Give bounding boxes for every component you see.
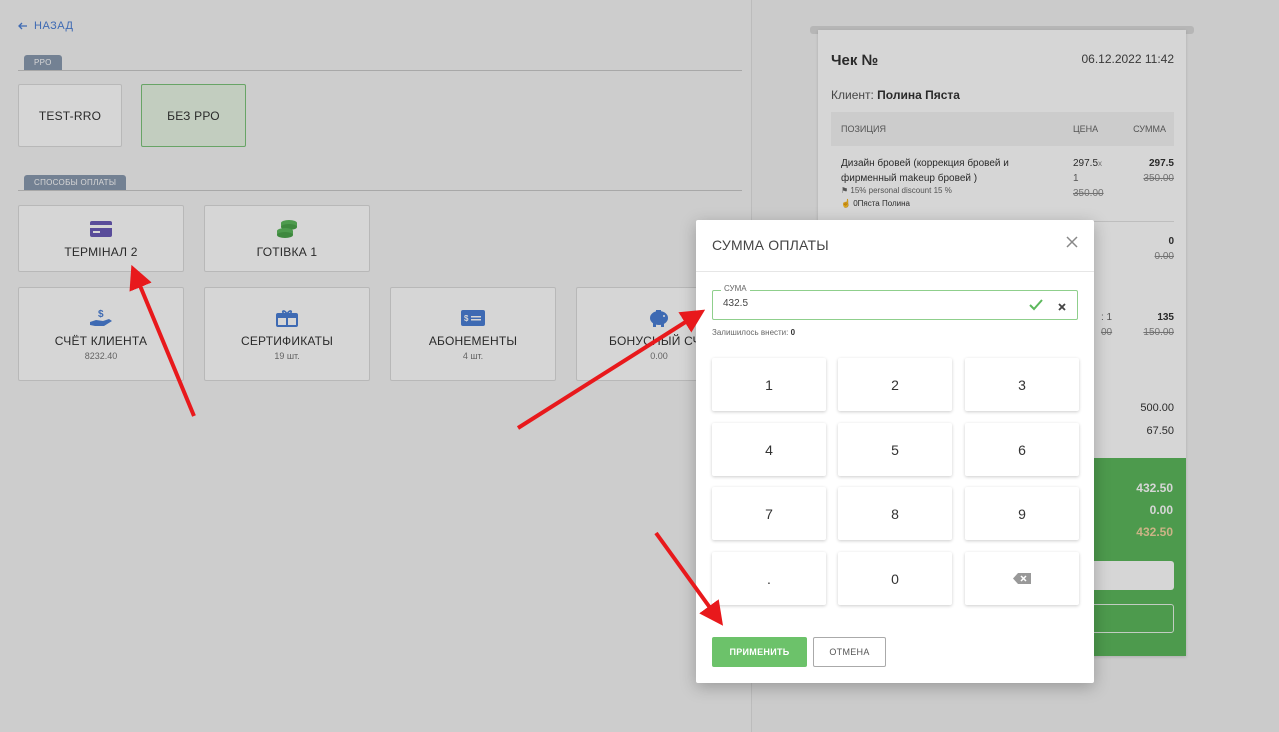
numpad-key-3[interactable]: 3 [965,358,1079,411]
numpad-key-9[interactable]: 9 [965,487,1079,540]
numpad-key-7[interactable]: 7 [712,487,826,540]
amount-input[interactable] [723,298,1003,309]
close-icon[interactable] [1064,234,1080,250]
remaining-amount: 0 [790,328,796,337]
numpad-key-1[interactable]: 1 [712,358,826,411]
numpad-key-6[interactable]: 6 [965,423,1079,476]
payment-amount-modal: СУММА ОПЛАТЫ СУМА Залишилось внести: 0 1… [696,220,1094,683]
numpad-key-dot[interactable]: . [712,552,826,605]
remaining-hint: Залишилось внести: 0 [712,328,795,337]
numpad-key-5[interactable]: 5 [838,423,952,476]
numpad-key-8[interactable]: 8 [838,487,952,540]
cancel-button[interactable]: ОТМЕНА [813,637,886,667]
numpad-key-4[interactable]: 4 [712,423,826,476]
amount-field-label: СУМА [721,284,750,293]
modal-title: СУММА ОПЛАТЫ [712,237,829,253]
amount-field[interactable]: СУМА [712,284,1078,320]
numpad-key-2[interactable]: 2 [838,358,952,411]
numpad-key-backspace[interactable] [965,552,1079,605]
apply-button[interactable]: ПРИМЕНИТЬ [712,637,807,667]
modal-divider [696,271,1094,272]
remaining-label: Залишилось внести: [712,328,789,337]
numpad-key-0[interactable]: 0 [838,552,952,605]
backspace-icon [1013,573,1031,584]
checkmark-icon [1029,298,1043,316]
clear-icon[interactable] [1057,299,1067,317]
